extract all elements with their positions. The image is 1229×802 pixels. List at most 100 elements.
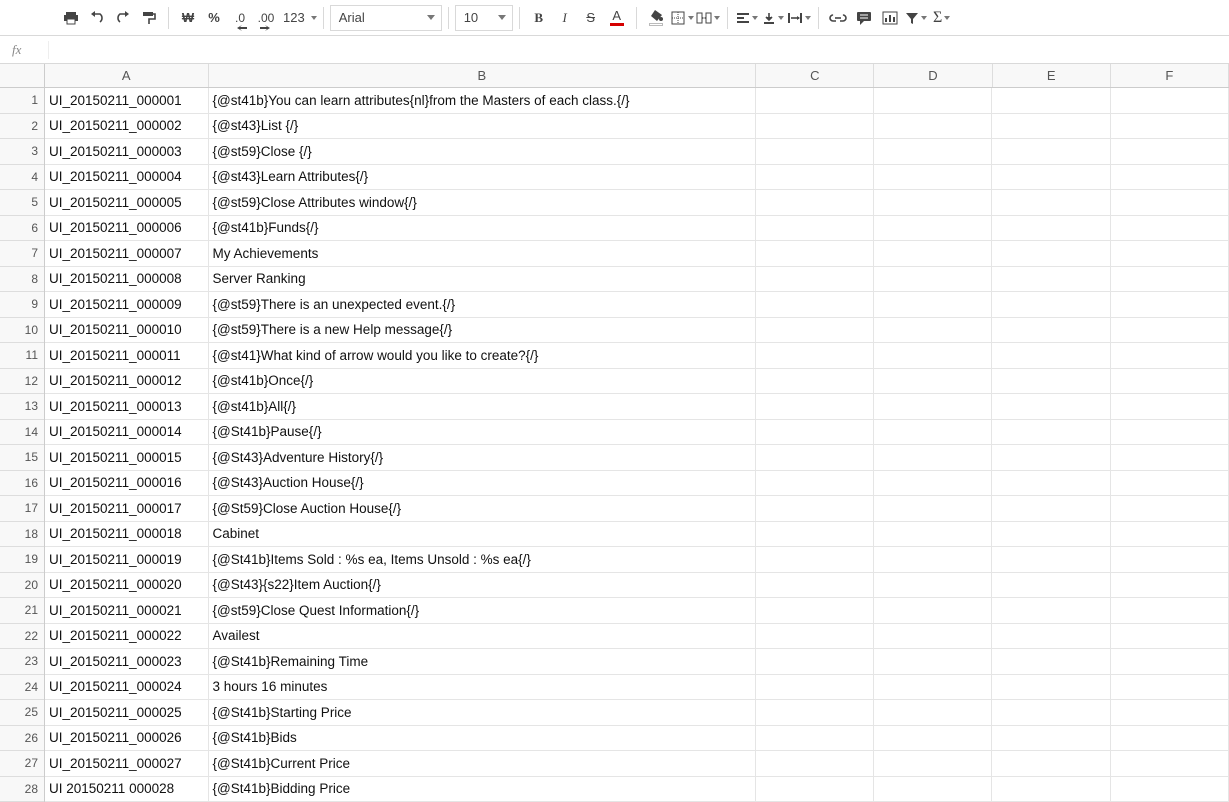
paint-format-button[interactable] (136, 5, 162, 31)
cell[interactable]: UI_20150211_000024 (45, 675, 209, 700)
filter-button[interactable] (903, 5, 929, 31)
number-format-button[interactable]: 123 (279, 5, 317, 31)
row-header[interactable]: 9 (0, 292, 44, 318)
cell[interactable] (992, 216, 1110, 241)
insert-link-button[interactable] (825, 5, 851, 31)
text-wrap-button[interactable] (786, 5, 812, 31)
cell[interactable]: UI_20150211_000014 (45, 420, 209, 445)
cell[interactable]: UI_20150211_000025 (45, 700, 209, 725)
cell[interactable]: My Achievements (209, 241, 756, 266)
cell[interactable] (992, 700, 1110, 725)
cell[interactable]: {@st59}There is an unexpected event.{/} (209, 292, 756, 317)
row-header[interactable]: 13 (0, 394, 44, 420)
cell[interactable]: {@St41b}Current Price (209, 751, 756, 776)
cell[interactable] (1111, 190, 1229, 215)
insert-comment-button[interactable] (851, 5, 877, 31)
cell[interactable]: UI_20150211_000008 (45, 267, 209, 292)
cell[interactable]: {@st41b}Once{/} (209, 369, 756, 394)
cell[interactable] (756, 241, 874, 266)
cell[interactable] (756, 88, 874, 113)
cell[interactable]: {@st59}Close Attributes window{/} (209, 190, 756, 215)
column-header[interactable]: B (209, 64, 757, 87)
cell[interactable] (992, 88, 1110, 113)
cell[interactable] (874, 369, 992, 394)
cell[interactable] (756, 649, 874, 674)
cell[interactable]: UI_20150211_000007 (45, 241, 209, 266)
bold-button[interactable]: B (526, 5, 552, 31)
cell[interactable] (992, 624, 1110, 649)
cell[interactable]: {@St59}Close Auction House{/} (209, 496, 756, 521)
cell[interactable]: UI_20150211_000003 (45, 139, 209, 164)
redo-button[interactable] (110, 5, 136, 31)
cell[interactable]: {@St41b}Starting Price (209, 700, 756, 725)
cell[interactable]: UI_20150211_000010 (45, 318, 209, 343)
column-header[interactable]: D (874, 64, 992, 87)
cell[interactable] (1111, 522, 1229, 547)
cell[interactable]: {@St41b}Remaining Time (209, 649, 756, 674)
row-header[interactable]: 4 (0, 165, 44, 191)
increase-decimal-button[interactable]: .00 (253, 5, 279, 31)
cell[interactable] (874, 598, 992, 623)
cell[interactable] (992, 369, 1110, 394)
row-header[interactable]: 5 (0, 190, 44, 216)
cell[interactable] (1111, 777, 1229, 802)
cell[interactable] (992, 522, 1110, 547)
select-all-corner[interactable] (0, 64, 45, 88)
cell[interactable] (1111, 369, 1229, 394)
cell[interactable] (992, 751, 1110, 776)
cell[interactable]: UI_20150211_000026 (45, 726, 209, 751)
cell[interactable]: UI_20150211_000004 (45, 165, 209, 190)
cell[interactable] (756, 522, 874, 547)
cell[interactable]: {@St41b}Pause{/} (209, 420, 756, 445)
cell[interactable]: UI_20150211_000009 (45, 292, 209, 317)
cell[interactable] (874, 522, 992, 547)
cell[interactable] (992, 139, 1110, 164)
cell[interactable] (1111, 726, 1229, 751)
column-header[interactable]: E (993, 64, 1111, 87)
fill-color-button[interactable] (643, 5, 669, 31)
cell[interactable]: {@st41b}Funds{/} (209, 216, 756, 241)
functions-button[interactable]: Σ (929, 5, 955, 31)
cell[interactable] (992, 573, 1110, 598)
cell[interactable]: UI_20150211_000019 (45, 547, 209, 572)
row-header[interactable]: 14 (0, 420, 44, 446)
cell[interactable]: UI_20150211_000001 (45, 88, 209, 113)
cell[interactable] (756, 139, 874, 164)
font-size-select[interactable]: 10 (455, 5, 513, 31)
cell[interactable] (874, 726, 992, 751)
column-header[interactable]: F (1111, 64, 1229, 87)
row-header[interactable]: 20 (0, 573, 44, 599)
cell[interactable] (756, 267, 874, 292)
cell[interactable]: UI_20150211_000006 (45, 216, 209, 241)
cell[interactable] (874, 114, 992, 139)
cell[interactable]: UI_20150211_000015 (45, 445, 209, 470)
decrease-decimal-button[interactable]: .0 (227, 5, 253, 31)
cell[interactable]: UI_20150211_000022 (45, 624, 209, 649)
cell[interactable]: {@st41b}All{/} (209, 394, 756, 419)
cell[interactable] (1111, 471, 1229, 496)
cell[interactable] (992, 471, 1110, 496)
row-header[interactable]: 11 (0, 343, 44, 369)
cell[interactable]: UI_20150211_000020 (45, 573, 209, 598)
cell[interactable]: UI_20150211_000013 (45, 394, 209, 419)
cell[interactable] (756, 726, 874, 751)
cell[interactable]: UI_20150211_000005 (45, 190, 209, 215)
cell[interactable] (1111, 114, 1229, 139)
cell[interactable] (874, 496, 992, 521)
cell[interactable] (874, 624, 992, 649)
cell[interactable] (756, 420, 874, 445)
cell[interactable]: {@st59}There is a new Help message{/} (209, 318, 756, 343)
cell[interactable] (756, 318, 874, 343)
cell[interactable] (1111, 675, 1229, 700)
cell[interactable] (874, 241, 992, 266)
cell[interactable] (874, 165, 992, 190)
cell[interactable]: {@St41b}Items Sold : %s ea, Items Unsold… (209, 547, 756, 572)
cell[interactable] (874, 292, 992, 317)
cell[interactable]: {@St43}Adventure History{/} (209, 445, 756, 470)
cell[interactable] (874, 267, 992, 292)
cell[interactable] (756, 343, 874, 368)
cell[interactable] (1111, 700, 1229, 725)
cell[interactable] (1111, 292, 1229, 317)
cell[interactable]: {@st43}Learn Attributes{/} (209, 165, 756, 190)
row-header[interactable]: 19 (0, 547, 44, 573)
